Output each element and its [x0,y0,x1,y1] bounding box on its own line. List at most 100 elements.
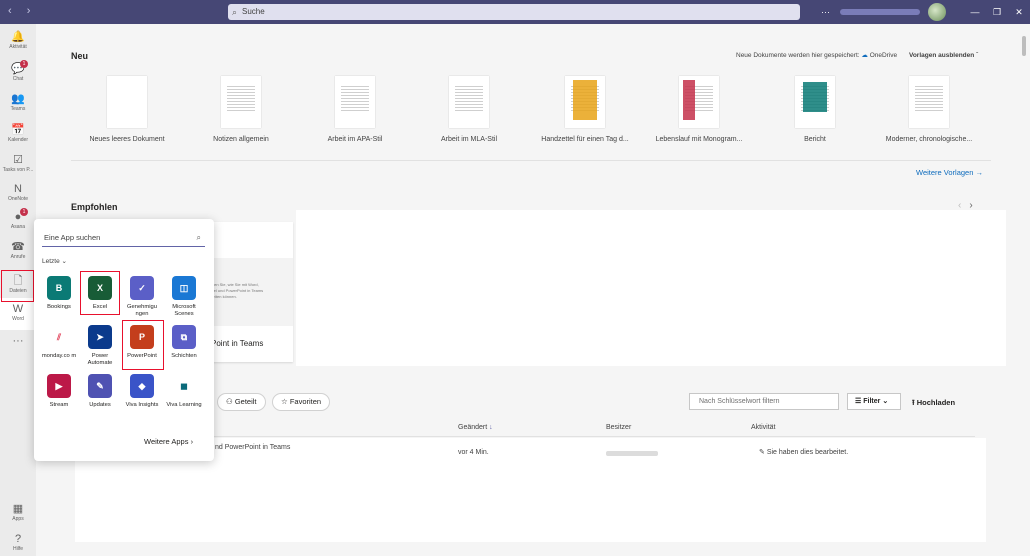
app-monday-co-m[interactable]: ⫽ monday.co m [40,325,78,360]
template-thumbnail [107,76,147,128]
app-label: Schichten [171,353,197,359]
scrollbar-thumb[interactable] [1022,36,1026,56]
rail-item-teams[interactable]: 👥 Teams [0,88,36,120]
column-owner[interactable]: Besitzer [606,424,631,431]
recent-label: Letzte [42,258,60,265]
chevron-down-icon: ⌄ [882,398,889,405]
rail-item-apps[interactable]: ▦ Apps [0,498,36,530]
notification-badge: 1 [20,208,28,216]
filter-button[interactable]: ☰ Filter ⌄ [847,393,901,410]
rail-icon: ? [14,533,22,545]
template-label: Bericht [804,136,826,143]
rail-item-chat[interactable]: 💬 Chat 1 [0,58,36,90]
template-card[interactable]: Bericht [770,76,860,143]
template-thumbnail [795,76,835,128]
rail-item-word[interactable]: W Word [0,298,36,330]
rail-item-tasks-von-p[interactable]: ☑ Tasks von P... [0,149,36,181]
app-microsoft-scenes[interactable]: ◫ Microsoft Scenes [165,276,203,318]
app-viva-learning[interactable]: ◼ Viva Learning [165,374,203,409]
minimize-button[interactable]: — [964,7,986,17]
search-icon: ⌕ [232,7,238,17]
app-icon: B [47,276,71,300]
app-genehmigu-ngen[interactable]: ✓ Genehmigu ngen [123,276,161,318]
close-button[interactable]: ✕ [1008,7,1030,18]
app-power-automate[interactable]: ➤ Power Automate [81,325,119,367]
doc-preview-lines [915,86,943,113]
template-card[interactable]: Handzettel für einen Tag d... [540,76,630,143]
keyword-filter-input[interactable]: Nach Schlüsselwort filtern [689,393,839,410]
app-viva-insights[interactable]: ◆ Viva Insights [123,374,161,409]
app-bookings[interactable]: B Bookings [40,276,78,311]
more-templates-link[interactable]: Weitere Vorlagen → [916,168,983,177]
card-preview-text: Sehen Sie, wie Sie mit Word, Excel und P… [207,282,264,299]
user-name-blurred [840,9,920,15]
template-card[interactable]: Lebenslauf mit Monogram... [654,76,744,143]
back-forward-arrows[interactable]: ‹ › [8,5,36,17]
restore-button[interactable]: ❐ [986,7,1008,18]
app-icon: ◼ [172,374,196,398]
pencil-icon: ✎ [759,449,765,456]
rail-item-anrufe[interactable]: ☎ Anrufe [0,236,36,268]
avatar[interactable] [928,3,946,21]
recommended-panel [296,210,1006,366]
more-apps-label: Weitere Apps [144,437,189,446]
rail-item-hilfe[interactable]: ? Hilfe [0,528,36,556]
doc-preview-accent [573,80,597,120]
divider [71,160,991,161]
template-label: Lebenslauf mit Monogram... [655,136,743,143]
template-card[interactable]: Arbeit im MLA-Stil [424,76,514,143]
file-activity-label: Sie haben dies bearbeitet. [766,449,849,456]
app-icon: ⧉ [172,325,196,349]
save-location-info: Neue Dokumente werden hier gespeichert: … [736,51,978,59]
save-info-text: Neue Dokumente werden hier gespeichert: [736,52,860,59]
tab-favorites[interactable]: ☆ Favoriten [272,393,331,411]
template-thumbnail [909,76,949,128]
app-search-input[interactable]: Eine App suchen ⌕ [42,229,205,247]
more-options-button[interactable]: ··· [821,7,830,17]
hide-templates-button[interactable]: Vorlagen ausblenden [909,52,974,59]
app-icon: ⫽ [47,325,71,349]
rail-more-button[interactable]: ··· [0,330,36,362]
template-card[interactable]: Moderner, chronologische... [884,76,974,143]
app-stream[interactable]: ▶ Stream [40,374,78,409]
rail-label: OneNote [7,196,28,202]
chevron-down-icon: ⌄ [61,258,67,265]
app-label: Stream [49,402,69,408]
rail-item-kalender[interactable]: 📅 Kalender [0,119,36,151]
app-label: Bookings [47,304,71,310]
file-name[interactable]: nd PowerPoint in Teams [215,444,290,451]
template-card[interactable]: Arbeit im APA-Stil [310,76,400,143]
upload-button[interactable]: ⭱ Hochladen [912,397,955,410]
template-label: Notizen allgemein [213,136,269,143]
template-label: Arbeit im MLA-Stil [440,136,497,143]
scrollbar[interactable] [1018,24,1030,556]
rail-item-aktivität[interactable]: 🔔 Aktivität [0,26,36,58]
column-changed[interactable]: Geändert ↓ [458,424,493,431]
onedrive-label[interactable]: OneDrive [870,52,897,59]
template-card[interactable]: Neues leeres Dokument [82,76,172,143]
app-updates[interactable]: ✎ Updates [81,374,119,409]
more-apps-link[interactable]: Weitere Apps › [144,437,193,446]
search-icon: ⌕ [196,233,201,242]
template-label: Moderner, chronologische... [885,136,973,143]
template-card[interactable]: Notizen allgemein [196,76,286,143]
tab-shared[interactable]: ⚇ Geteilt [217,393,266,411]
rail-icon: ● [14,211,22,223]
rail-label: Asana [10,224,26,230]
column-activity[interactable]: Aktivität [751,424,776,431]
rail-label: Chat [12,76,24,82]
app-label: Updates [89,402,111,408]
notification-badge: 1 [20,60,28,68]
recent-dropdown[interactable]: Letzte ⌄ [42,257,67,265]
rail-item-asana[interactable]: ● Asana 1 [0,206,36,238]
excel-highlight-box [80,271,120,315]
section-title-neu: Neu [71,51,89,61]
doc-preview-lines [455,86,483,113]
file-activity: ✎ Sie haben dies bearbeitet. [759,448,848,456]
app-schichten[interactable]: ⧉ Schichten [165,325,203,360]
search-placeholder: Suche [242,7,265,16]
rail-label: Teams [10,106,26,112]
search-bar[interactable]: ⌕ Suche [228,4,800,20]
cloud-icon: ☁ [861,52,868,59]
app-icon: ◫ [172,276,196,300]
